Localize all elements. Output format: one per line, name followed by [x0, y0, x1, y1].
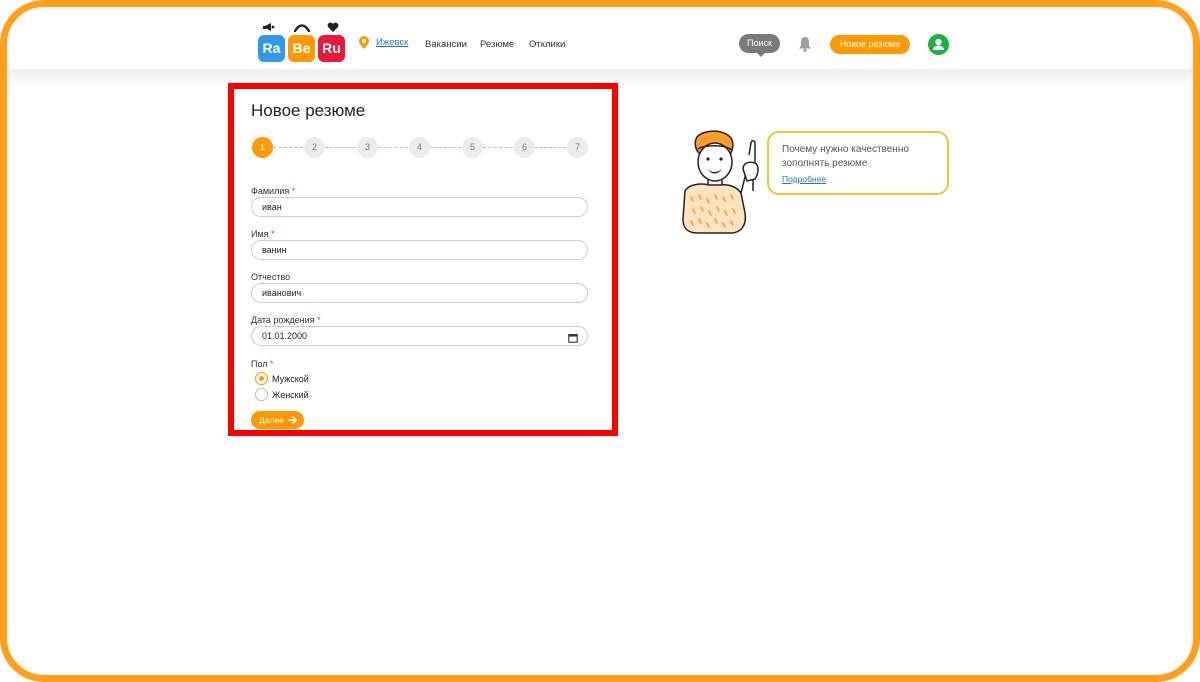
step-connector	[325, 147, 356, 148]
page-frame: Ra Be Ru Ижевск Вакансии Резюме Отклики …	[0, 0, 1200, 682]
location-pin-icon	[359, 36, 369, 49]
search-button[interactable]: Поиск	[739, 34, 780, 53]
step-connector	[535, 147, 566, 148]
user-icon	[932, 38, 945, 50]
gender-label-text: Пол	[251, 359, 268, 369]
step-connector	[378, 147, 408, 148]
hint-box: Почему нужно качественно зополнять резюм…	[767, 131, 949, 195]
calendar-icon[interactable]	[568, 333, 578, 343]
logo-ra: Ra	[258, 35, 285, 62]
nav-resumes[interactable]: Резюме	[480, 39, 514, 50]
gender-female-radio[interactable]	[255, 388, 268, 401]
last-name-input[interactable]	[251, 197, 588, 217]
avatar[interactable]	[928, 34, 949, 55]
step-connector	[483, 147, 513, 148]
step-connector	[430, 147, 461, 148]
page-title: Новое резюме	[251, 101, 366, 120]
arrow-right-icon	[288, 416, 297, 424]
gender-male-label[interactable]: Мужской	[272, 374, 309, 384]
gender-female-label[interactable]: Женский	[272, 390, 309, 400]
logo-ru: Ru	[318, 35, 345, 62]
step-1[interactable]: 1	[252, 137, 273, 158]
birth-date-label: Дата рождения *	[251, 315, 321, 325]
step-3[interactable]: 3	[357, 137, 378, 158]
middle-name-label-text: Отчество	[251, 272, 291, 282]
logo-be: Be	[288, 35, 315, 62]
first-name-input[interactable]	[251, 240, 588, 260]
city-link[interactable]: Ижевск	[376, 37, 408, 48]
last-name-label-text: Фамилия	[251, 186, 290, 196]
step-2[interactable]: 2	[304, 137, 325, 158]
header: Ra Be Ru Ижевск Вакансии Резюме Отклики …	[7, 7, 1193, 69]
nav-vacancies[interactable]: Вакансии	[425, 39, 467, 50]
required-mark: *	[291, 186, 296, 196]
required-mark: *	[271, 229, 275, 239]
step-6[interactable]: 6	[514, 137, 535, 158]
bell-icon[interactable]	[798, 36, 812, 52]
next-button-label: Далее	[259, 415, 284, 425]
heart-icon	[327, 22, 339, 32]
step-5[interactable]: 5	[462, 137, 483, 158]
hint-text: Почему нужно качественно зополнять резюм…	[782, 144, 909, 169]
logo[interactable]: Ra Be Ru	[250, 22, 345, 66]
search-bubble-tail	[756, 52, 766, 57]
next-button[interactable]: Далее	[251, 411, 304, 429]
step-connector	[273, 147, 303, 148]
person-illustration	[682, 130, 759, 234]
required-mark: *	[317, 315, 321, 325]
step-7[interactable]: 7	[567, 137, 588, 158]
required-mark: *	[270, 359, 274, 369]
step-4[interactable]: 4	[409, 137, 430, 158]
nav-responses[interactable]: Отклики	[529, 39, 565, 50]
gender-male-radio[interactable]	[255, 372, 268, 385]
first-name-label: Имя *	[251, 229, 275, 239]
middle-name-label: Отчество	[251, 272, 290, 282]
gender-label: Пол *	[251, 359, 274, 369]
middle-name-input[interactable]	[251, 283, 588, 303]
megaphone-icon	[263, 23, 275, 31]
last-name-label: Фамилия *	[251, 186, 295, 196]
first-name-label-text: Имя	[251, 229, 269, 239]
resume-form-card: Новое резюме 1 2 3 4 5 6 7 Фамилия * Имя…	[228, 83, 618, 436]
arc-icon	[293, 24, 311, 32]
birth-date-input[interactable]	[251, 326, 588, 346]
new-resume-button[interactable]: Новое резюме	[830, 35, 910, 54]
birth-date-label-text: Дата рождения	[251, 315, 315, 325]
hint-more-link[interactable]: Подробнее	[782, 174, 826, 184]
